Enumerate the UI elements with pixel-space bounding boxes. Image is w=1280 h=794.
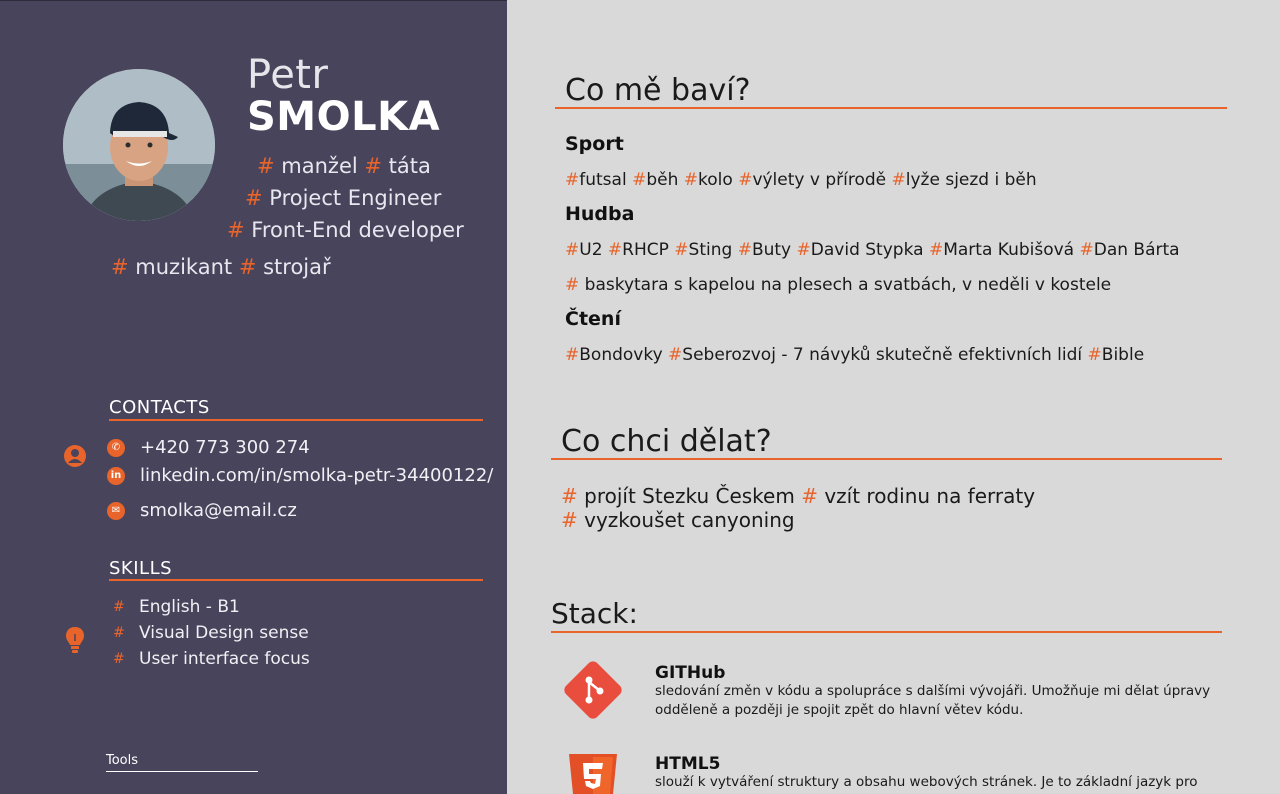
linkedin-icon: in — [107, 466, 125, 485]
plans-line: # projít Stezku Českem # vzít rodinu na … — [561, 484, 1036, 508]
hobbies-title: Co mě baví? — [565, 73, 751, 108]
plans-line: # vyzkoušet canyoning — [561, 508, 795, 532]
contacts-title: CONTACTS — [109, 397, 210, 418]
tagline-role: # Project Engineer — [245, 186, 442, 210]
contact-email[interactable]: ✉ smolka@email.cz — [107, 500, 297, 521]
contacts-divider — [109, 419, 483, 421]
plans-divider — [551, 458, 1222, 460]
stack-item-title: HTML5 — [655, 754, 721, 774]
first-name: Petr — [247, 52, 329, 98]
avatar — [63, 69, 215, 221]
tagline-family: # manžel # táta — [257, 154, 431, 178]
stack-item-title: GITHub — [655, 663, 726, 683]
contact-linkedin[interactable]: in linkedin.com/in/smolka-petr-34400122/ — [107, 465, 493, 486]
music-extra: # baskytara s kapelou na plesech a svatb… — [565, 275, 1112, 295]
person-icon — [63, 444, 87, 472]
tagline-hobbies: # muzikant # strojař — [111, 255, 331, 279]
hash-icon: # — [113, 625, 125, 641]
hash-icon: # — [227, 218, 245, 242]
hobbies-divider — [555, 107, 1227, 109]
stack-divider — [551, 631, 1222, 633]
hash-icon: # — [238, 255, 257, 279]
skill-item: # Visual Design sense — [113, 623, 309, 643]
last-name: SMOLKA — [247, 94, 441, 140]
hash-icon: # — [113, 599, 125, 615]
hash-icon: # — [113, 651, 125, 667]
music-title: Hudba — [565, 203, 635, 225]
lightbulb-icon — [65, 626, 85, 658]
hash-icon: # — [257, 154, 275, 178]
tools-divider — [106, 771, 258, 772]
reading-title: Čtení — [565, 308, 621, 330]
skill-item: # English - B1 — [113, 597, 240, 617]
tagline-role2: # Front-End developer — [227, 218, 464, 242]
plans-title: Co chci dělat? — [561, 424, 772, 459]
skills-title: SKILLS — [109, 558, 173, 579]
contact-phone[interactable]: ✆ +420 773 300 274 — [107, 437, 310, 458]
mail-icon: ✉ — [107, 501, 125, 520]
stack-item-desc: sledování změn v kódu a spolupráce s dal… — [655, 683, 1211, 718]
reading-tags: #Bondovky #Seberozvoj - 7 návyků skutečn… — [565, 345, 1145, 365]
phone-icon: ✆ — [107, 438, 125, 457]
skills-divider — [109, 579, 483, 581]
git-icon — [563, 660, 623, 724]
sport-title: Sport — [565, 133, 624, 155]
tools-title: Tools — [106, 753, 139, 768]
skill-item: # User interface focus — [113, 649, 310, 669]
html5-icon — [567, 754, 619, 794]
stack-item-desc: slouží k vytváření struktury a obsahu we… — [655, 774, 1198, 790]
stack-title: Stack: — [551, 597, 638, 630]
hash-icon: # — [111, 255, 129, 279]
sport-tags: #futsal #běh #kolo #výlety v přírodě #ly… — [565, 170, 1037, 190]
hash-icon: # — [245, 186, 263, 210]
hash-icon: # — [364, 154, 382, 178]
music-tags: #U2 #RHCP #Sting #Buty #David Stypka #Ma… — [565, 240, 1180, 260]
